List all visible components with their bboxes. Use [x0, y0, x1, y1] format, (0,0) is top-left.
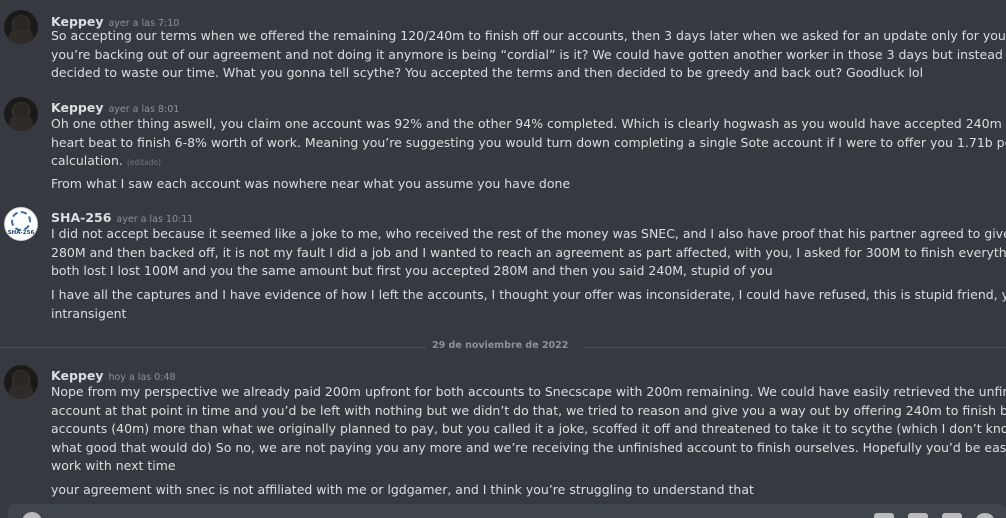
message-header: Keppey hoy a las 0:48 [51, 365, 176, 384]
message-text-line: accounts (40m) more than what we origina… [51, 421, 1006, 436]
timestamp: ayer a las 8:01 [108, 104, 180, 115]
avatar[interactable] [4, 10, 38, 44]
message-text-line: heart beat to finish 6-8% worth of work.… [51, 134, 1006, 150]
date-divider: 29 de noviembre de 2022 [0, 340, 1006, 351]
avatar[interactable]: SHA-256 [4, 207, 38, 241]
message-text-line: you’re backing out of our agreement and … [51, 46, 1006, 62]
message-header: Keppey ayer a las 8:01 [51, 97, 179, 116]
timestamp: hoy a las 0:48 [108, 372, 176, 383]
divider-line [0, 347, 426, 348]
gif-icon[interactable] [908, 513, 928, 518]
message-text-line: Oh one other thing aswell, you claim one… [51, 116, 1006, 131]
message-text-line: account at that point in time and you’d … [51, 402, 1006, 418]
message-text: calculation. [51, 153, 123, 168]
divider-line [584, 347, 1006, 348]
edited-tag: (editado) [126, 158, 162, 167]
message-composer[interactable] [8, 504, 1006, 518]
avatar[interactable] [4, 365, 38, 399]
sticker-icon[interactable] [942, 513, 962, 518]
timestamp: ayer a las 10:11 [116, 214, 194, 225]
chat-message-list: Keppey ayer a las 7:10 So accepting our t… [0, 0, 1006, 518]
add-attachment-icon[interactable] [22, 512, 42, 518]
avatar-label: SHA-256 [7, 230, 35, 236]
message-text-line: I have all the captures and I have evide… [51, 287, 1006, 302]
message-text-line: So accepting our terms when we offered t… [51, 28, 1006, 43]
author-name[interactable]: Keppey [51, 100, 103, 115]
message-text-line: both lost I lost 100M and you the same a… [51, 263, 773, 278]
message-text-line: 280M and then backed off, it is not my f… [51, 244, 1006, 260]
message-text-line: calculation. (editado) [51, 152, 161, 173]
message-text-line: I did not accept because it seemed like … [51, 226, 1006, 241]
author-name[interactable]: Keppey [51, 368, 103, 383]
message-text-line: intransigent [51, 305, 127, 321]
message-text-line: From what I saw each account was nowhere… [51, 176, 571, 191]
message-text-line: decided to waste our time. What you gonn… [51, 65, 924, 80]
author-name[interactable]: SHA-256 [51, 210, 111, 225]
message-text-line: work with next time [51, 458, 176, 473]
divider-date: 29 de noviembre de 2022 [432, 340, 569, 351]
avatar[interactable] [4, 97, 38, 131]
message-header: SHA-256 ayer a las 10:11 [51, 207, 193, 226]
gift-icon[interactable] [874, 513, 894, 518]
message-text-line: Nope from my perspective we already paid… [51, 384, 1006, 399]
message-text-line: what good that would do) So no, we are n… [51, 439, 1006, 455]
avatar-ring [11, 211, 31, 231]
message-text-line: your agreement with snec is not affiliat… [51, 482, 754, 497]
emoji-icon[interactable] [976, 513, 994, 518]
